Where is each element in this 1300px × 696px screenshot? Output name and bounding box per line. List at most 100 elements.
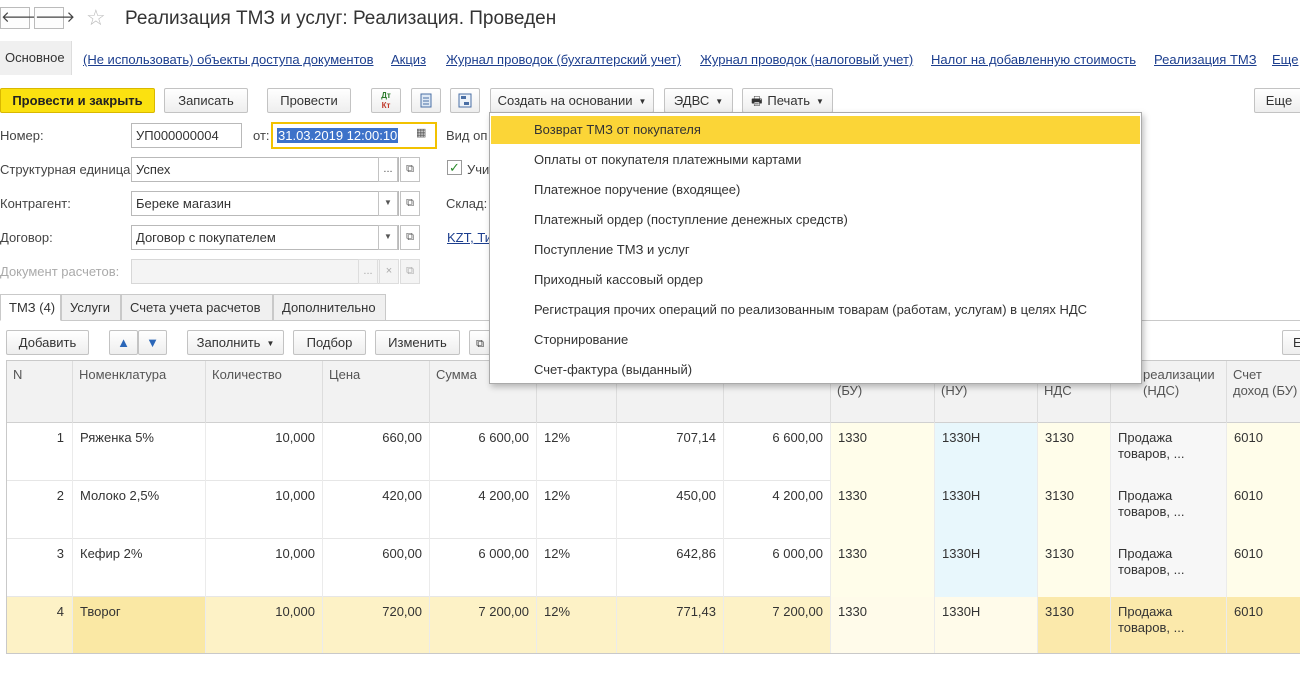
menu-item[interactable]: Регистрация прочих операций по реализова… (491, 296, 1140, 324)
chevron-down-icon[interactable]: ▼ (378, 225, 398, 250)
cell-account-nu[interactable]: 1330Н (935, 481, 1038, 539)
unit-field[interactable]: Успех (131, 157, 399, 182)
table-row[interactable]: 4 Творог 10,000 720,00 7 200,00 12% 771,43 7 20… (7, 597, 1300, 653)
cell-realization-vat[interactable]: Продажа товаров, ... (1111, 597, 1227, 653)
open-link-icon[interactable]: ⧉ (400, 225, 420, 250)
open-link-icon[interactable]: ⧉ (400, 157, 420, 182)
structure-button[interactable] (450, 88, 480, 113)
fill-button[interactable]: Заполнить ▼ (187, 330, 284, 355)
chevron-down-icon[interactable]: ▼ (378, 191, 398, 216)
cell-vat-rate[interactable]: 12% (537, 481, 617, 539)
cell-account-bu[interactable]: 1330 (831, 539, 935, 597)
cell-sum[interactable]: 6 000,00 (430, 539, 537, 597)
link-realization[interactable]: Реализация ТМЗ (1154, 52, 1257, 67)
cell-vat-rate[interactable]: 12% (537, 423, 617, 481)
cell-sum[interactable]: 7 200,00 (430, 597, 537, 653)
cell-price[interactable]: 600,00 (323, 539, 430, 597)
add-button[interactable]: Добавить (6, 330, 89, 355)
menu-item[interactable]: Платежный ордер (поступление денежных ср… (491, 206, 1140, 234)
tab-additional[interactable]: Дополнительно (273, 294, 386, 321)
cell-sum[interactable]: 6 600,00 (430, 423, 537, 481)
cell-n[interactable]: 4 (7, 597, 73, 653)
cell-item[interactable]: Ряженка 5% (73, 423, 206, 481)
post-and-close-button[interactable]: Провести и закрыть (0, 88, 155, 113)
dt-kt-button[interactable]: Дт Кт (371, 88, 401, 113)
forward-button[interactable]: 🡒 (34, 7, 75, 29)
edvs-button[interactable]: ЭДВС ▼ (664, 88, 733, 113)
cell-realization-vat[interactable]: Продажа товаров, ... (1111, 423, 1227, 481)
col-header-price[interactable]: Цена (323, 361, 430, 423)
link-more[interactable]: Еще (1272, 52, 1298, 67)
cell-price[interactable]: 720,00 (323, 597, 430, 653)
tab-services[interactable]: Услуги (61, 294, 121, 321)
more-button[interactable]: Еще (1254, 88, 1300, 113)
change-button[interactable]: Изменить (375, 330, 460, 355)
menu-item[interactable]: Приходный кассовый ордер (491, 266, 1140, 294)
cell-account-nu[interactable]: 1330Н (935, 539, 1038, 597)
table-more-button[interactable]: Е (1282, 330, 1300, 355)
cell-total[interactable]: 6 600,00 (724, 423, 831, 481)
table-row[interactable]: 3 Кефир 2% 10,000 600,00 6 000,00 12% 642,86 6 … (7, 539, 1300, 597)
menu-item[interactable]: Платежное поручение (входящее) (491, 176, 1140, 204)
cell-item[interactable]: Кефир 2% (73, 539, 206, 597)
cell-income-account[interactable]: 6010 (1227, 597, 1300, 653)
favorite-star-icon[interactable]: ☆ (86, 5, 106, 31)
currency-link[interactable]: KZT, Ти (447, 230, 492, 245)
select-button[interactable]: Подбор (293, 330, 366, 355)
menu-item[interactable]: Оплаты от покупателя платежными картами (491, 146, 1140, 174)
copy-button[interactable]: ⧉ (469, 330, 491, 355)
menu-item[interactable]: Счет-фактура (выданный) (491, 356, 1140, 384)
open-link-icon[interactable]: ⧉ (400, 191, 420, 216)
cell-vat-sum[interactable]: 707,14 (617, 423, 724, 481)
back-button[interactable]: 🡐 (0, 7, 41, 29)
cell-total[interactable]: 7 200,00 (724, 597, 831, 653)
cell-vat-account[interactable]: 3130 (1038, 597, 1111, 653)
cell-vat-sum[interactable]: 771,43 (617, 597, 724, 653)
cell-account-bu[interactable]: 1330 (831, 597, 935, 653)
cell-vat-rate[interactable]: 12% (537, 539, 617, 597)
cell-vat-account[interactable]: 3130 (1038, 481, 1111, 539)
tab-tmz[interactable]: ТМЗ (4) (0, 294, 61, 321)
cell-total[interactable]: 4 200,00 (724, 481, 831, 539)
cell-vat-account[interactable]: 3130 (1038, 539, 1111, 597)
menu-item[interactable]: Возврат ТМЗ от покупателя (491, 116, 1140, 144)
link-access-objects[interactable]: (Не использовать) объекты доступа докуме… (83, 52, 374, 67)
date-field[interactable]: 31.03.2019 12:00:10 (271, 122, 437, 149)
cell-qty[interactable]: 10,000 (206, 597, 323, 653)
cell-realization-vat[interactable]: Продажа товаров, ... (1111, 481, 1227, 539)
cell-price[interactable]: 420,00 (323, 481, 430, 539)
tab-settlement-accounts[interactable]: Счета учета расчетов (121, 294, 273, 321)
open-link-icon[interactable]: ⧉ (400, 259, 420, 284)
cell-item[interactable]: Творог (73, 597, 206, 653)
calendar-icon[interactable]: ▦ (416, 126, 426, 139)
cell-sum[interactable]: 4 200,00 (430, 481, 537, 539)
link-main[interactable]: Основное (0, 41, 72, 75)
link-journal-accounting[interactable]: Журнал проводок (бухгалтерский учет) (446, 52, 681, 67)
cell-vat-sum[interactable]: 642,86 (617, 539, 724, 597)
col-header-qty[interactable]: Количество (206, 361, 323, 423)
link-vat[interactable]: Налог на добавленную стоимость (931, 52, 1136, 67)
save-button[interactable]: Записать (164, 88, 248, 113)
list-button[interactable] (411, 88, 441, 113)
cell-account-nu[interactable]: 1330Н (935, 423, 1038, 481)
cell-n[interactable]: 3 (7, 539, 73, 597)
move-down-button[interactable]: ▼ (138, 330, 167, 355)
cell-n[interactable]: 2 (7, 481, 73, 539)
cell-vat-sum[interactable]: 450,00 (617, 481, 724, 539)
settlement-choose-button[interactable]: ... (358, 259, 378, 284)
link-excise[interactable]: Акциз (391, 52, 426, 67)
cell-item[interactable]: Молоко 2,5% (73, 481, 206, 539)
move-up-button[interactable]: ▲ (109, 330, 138, 355)
cell-total[interactable]: 6 000,00 (724, 539, 831, 597)
table-row[interactable]: 1 Ряженка 5% 10,000 660,00 6 600,00 12% 707,14… (7, 423, 1300, 481)
cell-vat-account[interactable]: 3130 (1038, 423, 1111, 481)
link-journal-tax[interactable]: Журнал проводок (налоговый учет) (700, 52, 913, 67)
cell-qty[interactable]: 10,000 (206, 539, 323, 597)
cell-account-bu[interactable]: 1330 (831, 423, 935, 481)
contractor-field[interactable]: Береке магазин (131, 191, 399, 216)
col-header-item[interactable]: Номенклатура (73, 361, 206, 423)
number-field[interactable]: УП000000004 (131, 123, 242, 148)
col-header-n[interactable]: N (7, 361, 73, 423)
table-row[interactable]: 2 Молоко 2,5% 10,000 420,00 4 200,00 12% 450,0… (7, 481, 1300, 539)
cell-income-account[interactable]: 6010 (1227, 481, 1300, 539)
